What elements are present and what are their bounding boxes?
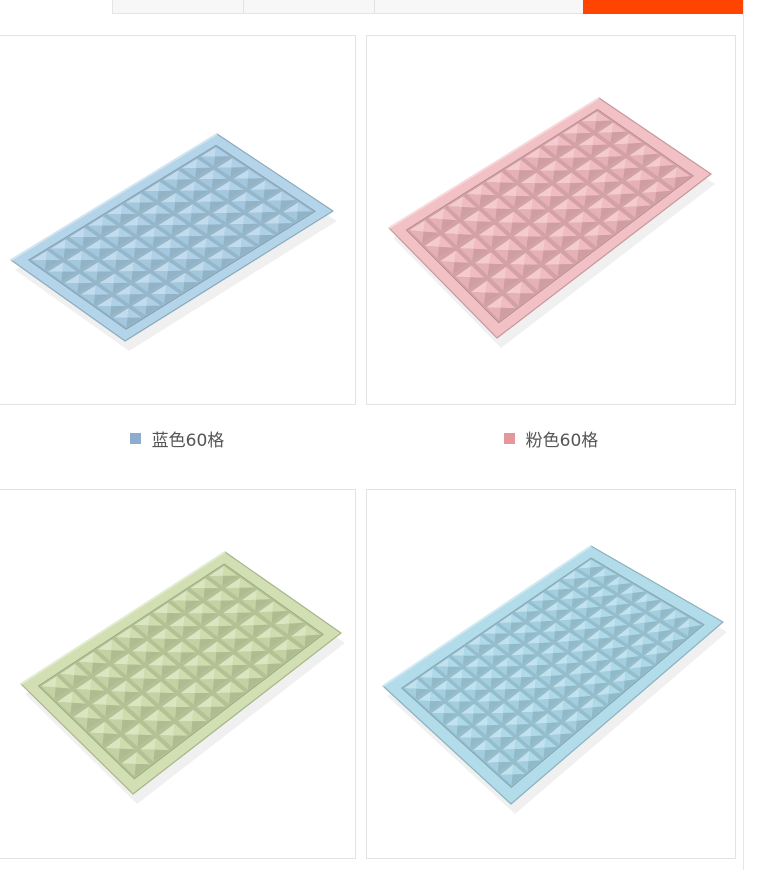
color-swatch-blue [129, 432, 141, 444]
detail-tab-3[interactable] [375, 0, 584, 13]
color-swatch-pink [503, 432, 515, 444]
product-image-card-blue-60[interactable] [0, 35, 356, 405]
scrollbar-track[interactable] [743, 0, 763, 870]
product-image-card-green-60[interactable] [0, 489, 356, 859]
product-image-card-pink-60[interactable] [366, 35, 736, 405]
product-caption-pink-60: 粉色60格 [366, 427, 736, 451]
green-60-cell-ice-tray-image [20, 551, 345, 804]
detail-tab-2[interactable] [244, 0, 375, 13]
blue-96-cell-ice-tray-image [382, 545, 727, 814]
pink-60-cell-ice-tray-image [388, 97, 715, 348]
product-caption-text: 蓝色60格 [151, 430, 225, 451]
detail-tab-1[interactable] [113, 0, 244, 13]
product-caption-text: 粉色60格 [525, 430, 599, 451]
product-caption-blue-60: 蓝色60格 [0, 427, 356, 451]
product-detail-page: 蓝色60格 粉色60格 [0, 0, 763, 870]
product-image-card-blue-96[interactable] [366, 489, 736, 859]
detail-tab-active-accent[interactable] [583, 0, 743, 14]
blue-60-cell-ice-tray-image [10, 133, 337, 351]
